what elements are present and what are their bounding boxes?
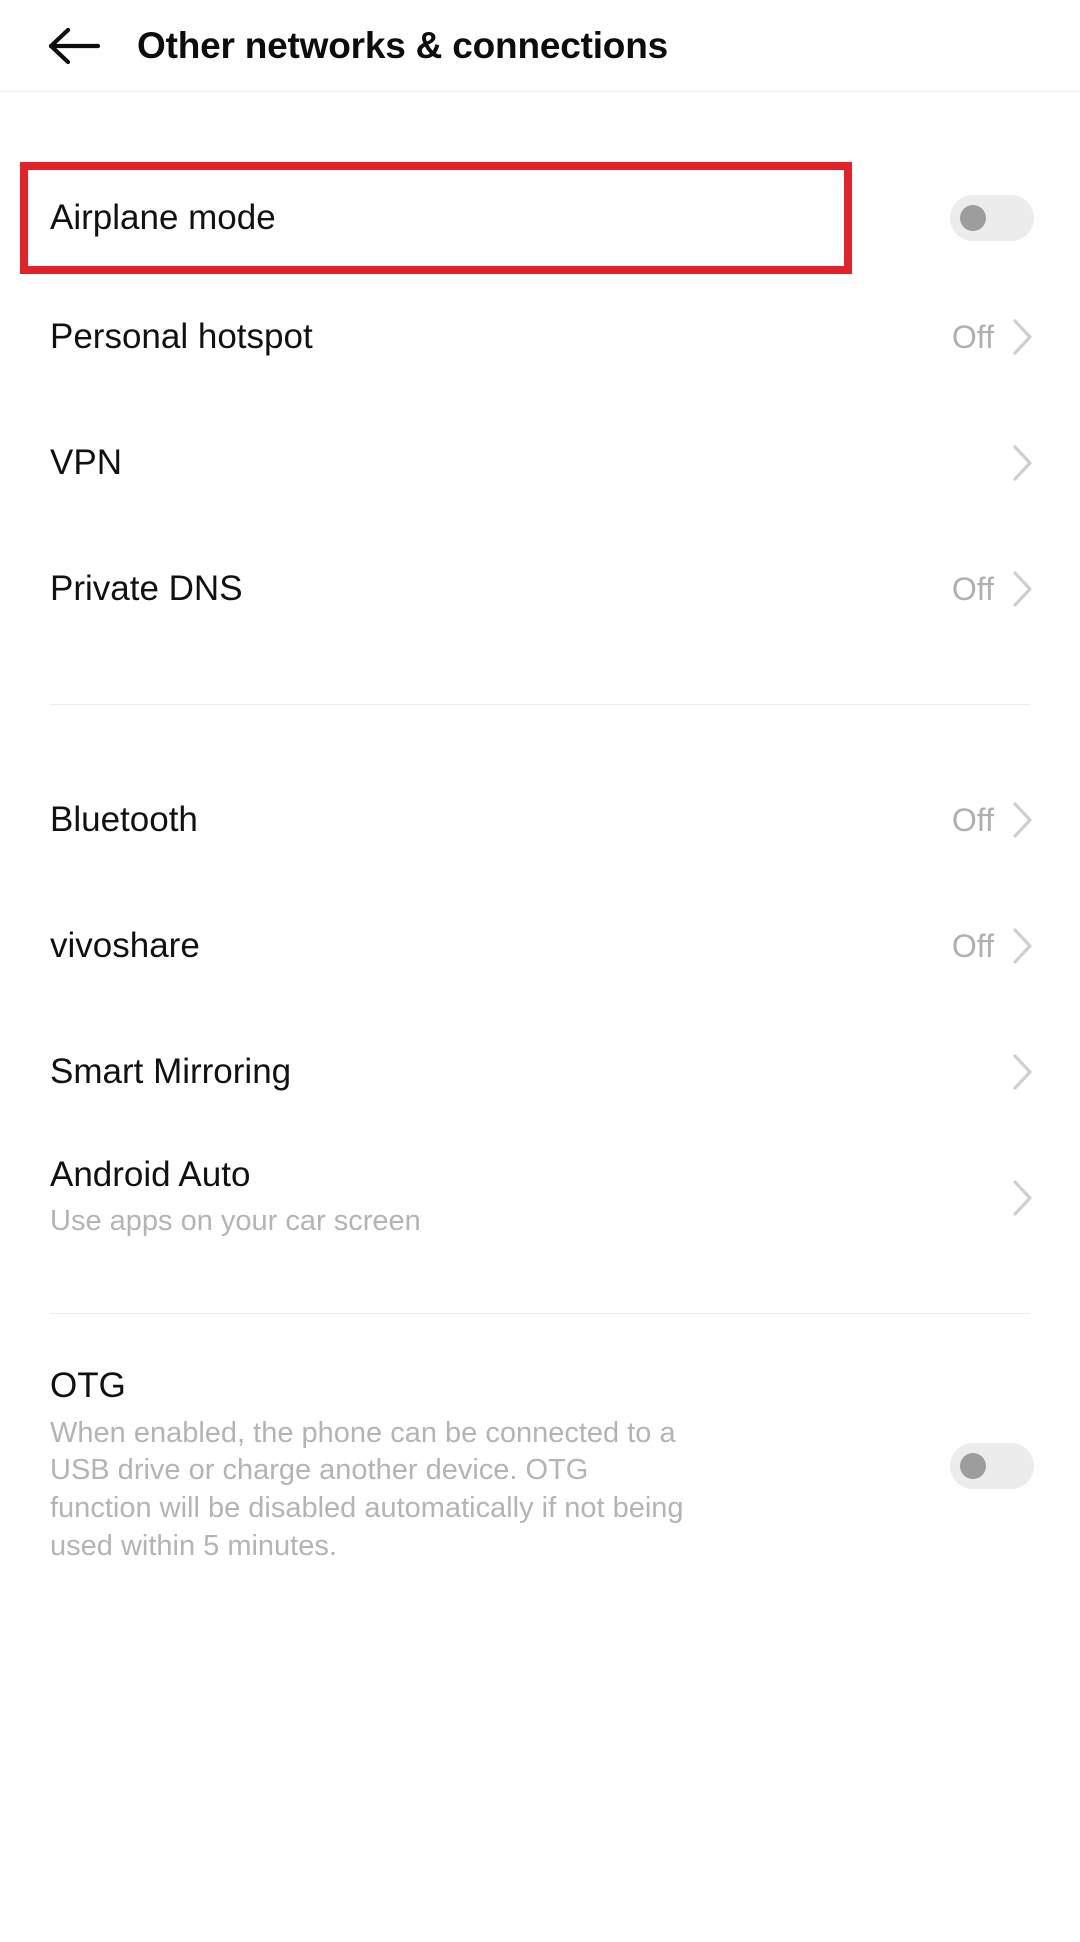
list-item-android-auto[interactable]: Android Auto Use apps on your car screen — [0, 1135, 1080, 1261]
list-item-value: Off — [951, 927, 994, 964]
row-control — [994, 444, 1034, 482]
list-item-subtitle: Use apps on your car screen — [50, 1205, 421, 1238]
list-item-label: vivoshare — [50, 925, 200, 965]
row-control — [994, 1179, 1034, 1217]
back-arrow-icon[interactable] — [46, 17, 104, 75]
toggle-knob — [960, 1452, 986, 1479]
list-item-label: Smart Mirroring — [50, 1051, 292, 1091]
list-item-label: Private DNS — [50, 568, 243, 608]
list-item-private-dns[interactable]: Private DNS Off — [0, 526, 1080, 652]
row-control: Off — [952, 570, 1034, 608]
chevron-right-icon — [1013, 802, 1032, 838]
list-item-label: OTG — [50, 1366, 126, 1405]
list-item-label: VPN — [50, 442, 122, 482]
list-item-vivoshare[interactable]: vivoshare Off — [0, 883, 1080, 1009]
app-header: Other networks & connections — [0, 0, 1080, 92]
row-control: Off — [952, 927, 1034, 965]
list-item-personal-hotspot[interactable]: Personal hotspot Off — [0, 274, 1080, 400]
page-title: Other networks & connections — [137, 24, 668, 66]
settings-screen: Other networks & connections Airplane mo… — [0, 0, 1080, 1942]
list-item-label: Airplane mode — [50, 197, 276, 237]
list-item-bluetooth[interactable]: Bluetooth Off — [0, 757, 1080, 883]
chevron-right-icon — [1013, 1180, 1032, 1216]
chevron-right-icon — [1013, 1054, 1032, 1090]
row-texts: Personal hotspot — [50, 317, 952, 358]
chevron-right-icon — [1013, 319, 1032, 355]
list-item-airplane-mode[interactable]: Airplane mode — [0, 162, 1080, 274]
row-texts: Airplane mode — [50, 198, 950, 239]
list-item-label: Personal hotspot — [50, 316, 313, 356]
row-texts: Private DNS — [50, 569, 952, 610]
list-item-vpn[interactable]: VPN — [0, 400, 1080, 526]
row-control — [950, 195, 1034, 241]
header-spacer — [0, 92, 1080, 162]
chevron-right-icon — [1013, 571, 1032, 607]
list-item-value: Off — [951, 570, 994, 607]
row-control — [994, 1053, 1034, 1091]
list-item-label: Bluetooth — [50, 799, 198, 839]
row-texts: Smart Mirroring — [50, 1052, 994, 1093]
toggle-knob — [960, 205, 986, 231]
row-texts: VPN — [50, 443, 994, 484]
otg-toggle[interactable] — [950, 1442, 1034, 1489]
list-item-value: Off — [951, 318, 994, 355]
list-item-smart-mirroring[interactable]: Smart Mirroring — [0, 1009, 1080, 1135]
list-item-otg[interactable]: OTG When enabled, the phone can be conne… — [0, 1366, 1080, 1566]
list-item-label: Android Auto — [50, 1154, 251, 1194]
row-texts: Bluetooth — [50, 800, 952, 841]
section-otg: OTG When enabled, the phone can be conne… — [0, 1366, 1080, 1566]
row-control: Off — [952, 801, 1034, 839]
section-devices: Bluetooth Off vivoshare Off Smart Mirror… — [0, 757, 1080, 1261]
row-texts: Android Auto Use apps on your car screen — [50, 1155, 994, 1241]
chevron-right-icon — [1013, 928, 1032, 964]
chevron-right-icon — [1013, 445, 1032, 481]
list-item-subtitle: When enabled, the phone can be connected… — [50, 1416, 684, 1562]
row-texts: OTG When enabled, the phone can be conne… — [50, 1366, 950, 1565]
list-item-value: Off — [951, 801, 994, 838]
airplane-mode-toggle[interactable] — [950, 195, 1034, 241]
section-network: Airplane mode Personal hotspot Off VPN P… — [0, 162, 1080, 652]
row-control: Off — [952, 318, 1034, 356]
row-texts: vivoshare — [50, 926, 952, 967]
row-control — [950, 1442, 1034, 1489]
